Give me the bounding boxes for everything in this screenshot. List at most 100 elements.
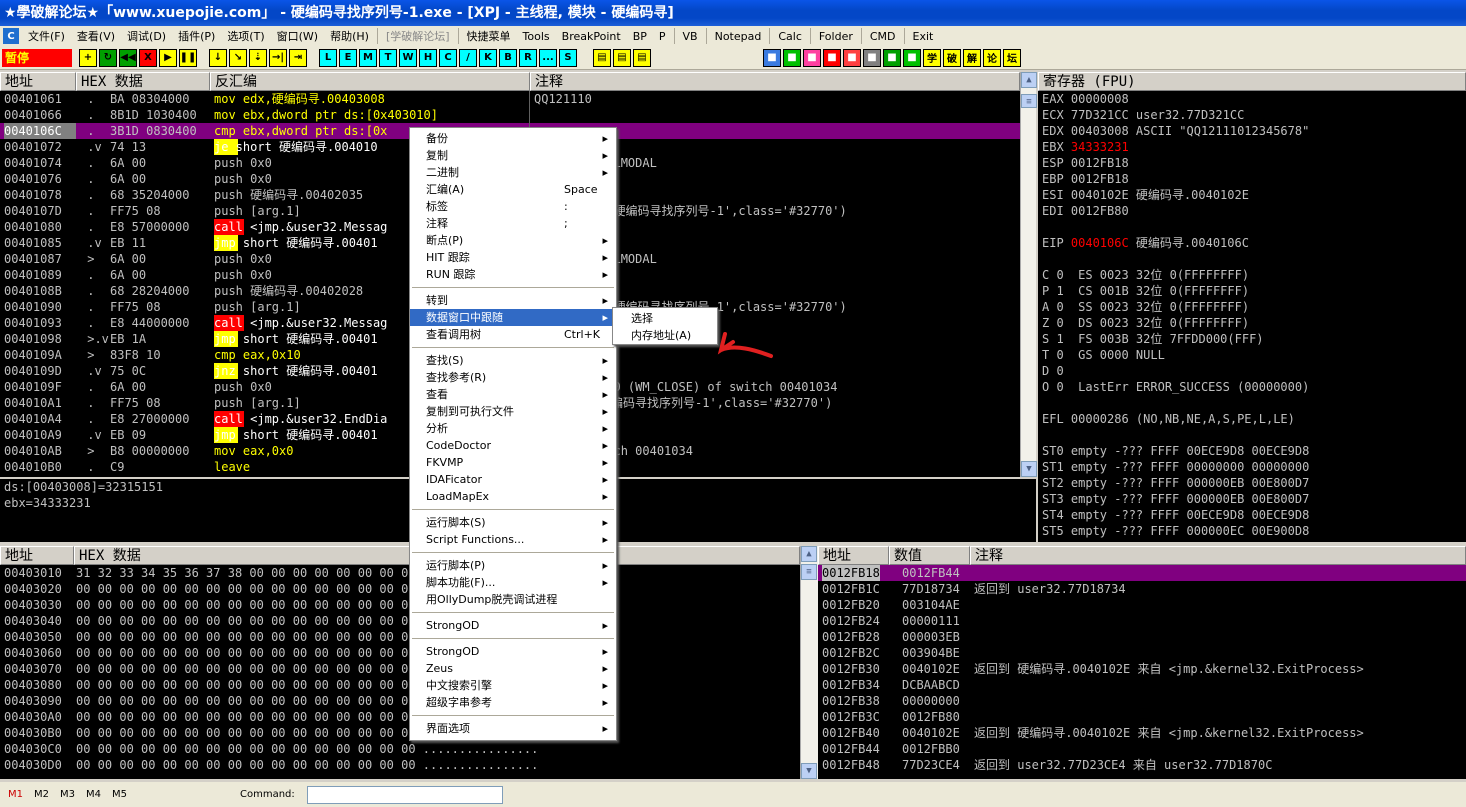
toolbar-window-button[interactable]: L [319, 48, 337, 67]
stack-row[interactable]: 0012FB40 0040102E 返回到 硬编码寻.0040102E 来自 <jm… [818, 725, 1466, 741]
menu-item[interactable]: 帮助(H) [324, 28, 375, 44]
register-line[interactable]: ECX 77D321CC user32.77D321CC [1042, 107, 1466, 123]
scroll-up-icon[interactable]: ▲ [801, 546, 817, 562]
toolbar-window-button[interactable]: T [379, 48, 397, 67]
menu-item[interactable]: Tools [517, 30, 556, 43]
context-menu-item[interactable]: LoadMapEx ▸ [410, 488, 616, 505]
memory-tab[interactable]: M3 [60, 789, 78, 800]
stack-pane[interactable]: 0012FB18 0012FB44 0012FB1C 77D18734 返回到 user… [818, 565, 1466, 779]
context-menu-item[interactable]: 脚本功能(F)... ▸ [410, 574, 616, 591]
menu-item[interactable]: 窗口(W) [271, 28, 324, 44]
toolbar-forum-button[interactable]: 论 [983, 48, 1001, 67]
stack-row[interactable]: 0012FB1C 77D18734 返回到 user32.77D18734 [818, 581, 1466, 597]
context-menu-item[interactable]: 备份 ▸ [410, 130, 616, 147]
menu-item[interactable]: [学破解论坛] [380, 28, 456, 44]
col-address[interactable]: 地址 [0, 72, 76, 91]
context-menu-item[interactable]: 运行脚本(S) ▸ [410, 514, 616, 531]
toolbar-window-button[interactable]: H [419, 48, 437, 67]
stack-row[interactable]: 0012FB38 00000000 [818, 693, 1466, 709]
stack-col-value[interactable]: 数值 [889, 546, 970, 565]
menu-item[interactable]: Exit [907, 30, 940, 43]
toolbar-plugin-icon[interactable]: ■ [903, 48, 921, 67]
register-line[interactable]: ST1 empty -??? FFFF 00000000 00000000 [1042, 459, 1466, 475]
toolbar-window-button[interactable]: W [399, 48, 417, 67]
register-line[interactable]: ST6 empty -0.0000000000000000000 [1042, 539, 1466, 542]
dump-col-address[interactable]: 地址 [0, 546, 74, 565]
menu-item[interactable]: 调试(D) [121, 28, 172, 44]
context-menu-item[interactable]: 断点(P) ▸ [410, 232, 616, 249]
toolbar-button[interactable]: ◀◀ [119, 48, 137, 67]
dump-row[interactable]: 00403060 00 00 00 00 00 00 00 00 00 00 00… [0, 645, 800, 661]
register-line[interactable]: P 1 CS 001B 32位 0(FFFFFFFF) [1042, 283, 1466, 299]
menu-item[interactable]: Folder [813, 30, 859, 43]
toolbar-plugin-icon[interactable]: ■ [763, 48, 781, 67]
context-menu-item[interactable]: FKVMP ▸ [410, 454, 616, 471]
stack-row[interactable]: 0012FB3C 0012FB80 [818, 709, 1466, 725]
context-menu-item[interactable]: IDAFicator ▸ [410, 471, 616, 488]
stack-row[interactable]: 0012FB28 000003EB [818, 629, 1466, 645]
menu-item[interactable]: VB [677, 30, 704, 43]
toolbar-forum-button[interactable]: 解 [963, 48, 981, 67]
toolbar-window-button[interactable]: M [359, 48, 377, 67]
dump-row[interactable]: 00403010 31 32 33 34 35 36 37 38 00 00 00… [0, 565, 800, 581]
context-menu-item[interactable]: HIT 跟踪 ▸ [410, 249, 616, 266]
register-line[interactable] [1042, 219, 1466, 235]
register-line[interactable]: ESP 0012FB18 [1042, 155, 1466, 171]
stack-scrollbar[interactable]: ▲ ≡ ▼ [800, 546, 818, 779]
register-line[interactable]: ST2 empty -??? FFFF 000000EB 00E800D7 [1042, 475, 1466, 491]
toolbar-plugin-icon[interactable]: ■ [803, 48, 821, 67]
dump-row[interactable]: 00403070 00 00 00 00 00 00 00 00 00 00 00… [0, 661, 800, 677]
toolbar-forum-button[interactable]: 破 [943, 48, 961, 67]
context-menu-item[interactable]: Script Functions... ▸ [410, 531, 616, 548]
dump-row[interactable]: 004030D0 00 00 00 00 00 00 00 00 00 00 00… [0, 757, 800, 773]
toolbar-step-button[interactable]: ↘ [229, 48, 247, 67]
col-hex[interactable]: HEX 数据 [76, 72, 210, 91]
col-comment[interactable]: 注释 [530, 72, 1020, 91]
menu-item[interactable]: 选项(T) [221, 28, 270, 44]
toolbar-button[interactable]: ▶ [159, 48, 177, 67]
menu-item[interactable]: CMD [864, 30, 902, 43]
toolbar-forum-button[interactable]: 学 [923, 48, 941, 67]
toolbar-plugin-icon[interactable]: ■ [843, 48, 861, 67]
register-line[interactable]: Z 0 DS 0023 32位 0(FFFFFFFF) [1042, 315, 1466, 331]
dump-row[interactable]: 00403050 00 00 00 00 00 00 00 00 00 00 00… [0, 629, 800, 645]
memory-tab[interactable]: M2 [34, 789, 52, 800]
register-line[interactable]: EFL 00000286 (NO,NB,NE,A,S,PE,L,LE) [1042, 411, 1466, 427]
dump-row[interactable]: 00403020 00 00 00 00 00 00 00 00 00 00 00… [0, 581, 800, 597]
submenu-item-memory-address[interactable]: 内存地址(A) [613, 327, 717, 344]
context-menu-item[interactable]: RUN 跟踪 ▸ [410, 266, 616, 283]
context-menu-item[interactable]: 查找参考(R) ▸ [410, 369, 616, 386]
context-menu-item[interactable]: 二进制 ▸ [410, 164, 616, 181]
context-menu-item[interactable]: 查看 ▸ [410, 386, 616, 403]
dump-row[interactable]: 00403040 00 00 00 00 00 00 00 00 00 00 00… [0, 613, 800, 629]
dump-row[interactable]: 004030A0 00 00 00 00 00 00 00 00 00 00 00… [0, 709, 800, 725]
dump-row[interactable]: 00403030 00 00 00 00 00 00 00 00 00 00 00… [0, 597, 800, 613]
context-menu-item[interactable]: CodeDoctor ▸ [410, 437, 616, 454]
stack-row[interactable]: 0012FB2C 003904BE [818, 645, 1466, 661]
toolbar-window-button[interactable]: E [339, 48, 357, 67]
toolbar-window-button[interactable]: C [439, 48, 457, 67]
menu-item[interactable]: 文件(F) [22, 28, 71, 44]
context-menu-item[interactable]: 汇编(A) Space [410, 181, 616, 198]
memory-tab[interactable]: M1 [8, 789, 26, 800]
disasm-row[interactable]: 00401061 . BA 08304000 mov edx,硬编码寻.004030… [0, 91, 1020, 107]
context-menu-item[interactable]: 查看调用树 Ctrl+K [410, 326, 616, 343]
menu-item[interactable]: Calc [772, 30, 808, 43]
toolbar-window-button[interactable]: S [559, 48, 577, 67]
register-line[interactable] [1042, 427, 1466, 443]
stack-col-address[interactable]: 地址 [818, 546, 889, 565]
stack-row[interactable]: 0012FB34 DCBAABCD [818, 677, 1466, 693]
register-line[interactable]: ESI 0040102E 硬编码寻.0040102E [1042, 187, 1466, 203]
memory-tab[interactable]: M4 [86, 789, 104, 800]
toolbar-step-button[interactable]: →| [269, 48, 287, 67]
context-menu-item[interactable]: 分析 ▸ [410, 420, 616, 437]
toolbar-button[interactable]: ↻ [99, 48, 117, 67]
register-line[interactable]: S 1 FS 003B 32位 7FFDD000(FFF) [1042, 331, 1466, 347]
stack-row[interactable]: 0012FB24 00000111 [818, 613, 1466, 629]
context-menu-item[interactable]: 复制到可执行文件 ▸ [410, 403, 616, 420]
toolbar-plugin-icon[interactable]: ■ [783, 48, 801, 67]
register-line[interactable] [1042, 395, 1466, 411]
stack-row[interactable]: 0012FB44 0012FBB0 [818, 741, 1466, 757]
stack-row[interactable]: 0012FB20 003104AE [818, 597, 1466, 613]
stack-row[interactable]: 0012FB18 0012FB44 [818, 565, 1466, 581]
